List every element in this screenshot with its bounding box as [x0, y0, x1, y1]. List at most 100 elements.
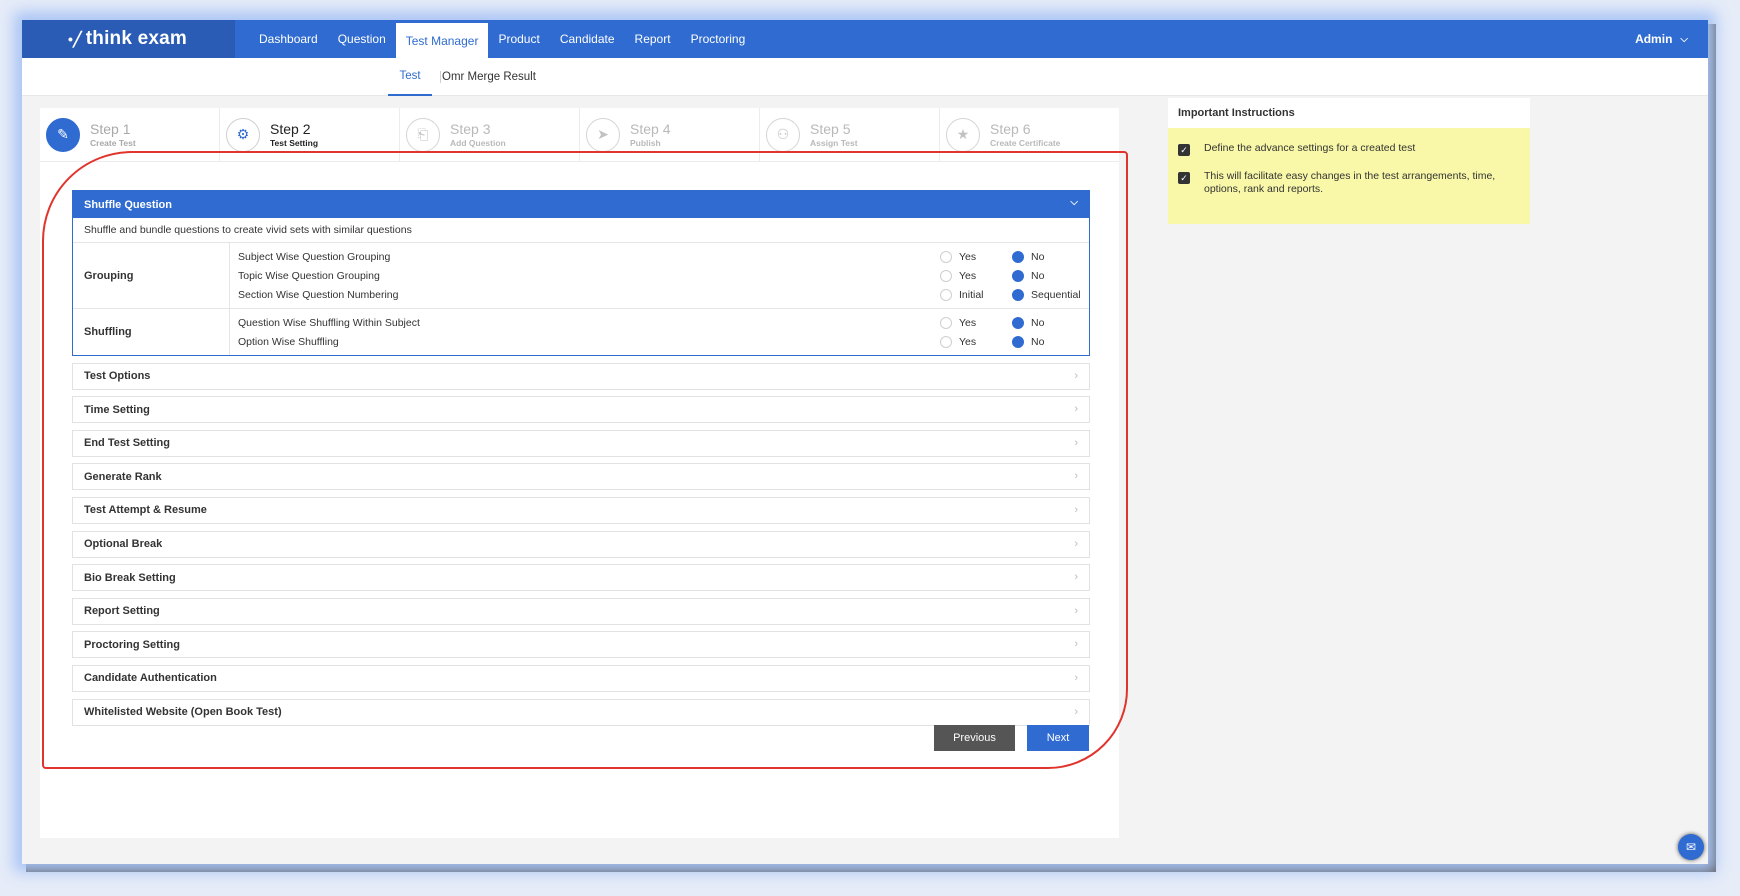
step-label: Create Certificate [990, 137, 1061, 148]
step-label: Test Setting [270, 137, 319, 148]
radio-button[interactable] [940, 288, 952, 301]
section-candidate-authentication[interactable]: Candidate Authentication › [72, 664, 1090, 692]
radio-option-2[interactable]: Sequential [1012, 288, 1081, 301]
step-number: Step 5 [810, 120, 851, 137]
chevron-right-icon: › [1074, 638, 1078, 651]
radio-option-2[interactable]: No [1012, 335, 1044, 348]
group-rows: Question Wise Shuffling Within Subject Ye… [230, 309, 1089, 355]
setting-row: Option Wise Shuffling Yes No [230, 332, 1089, 351]
subnav-divider [440, 71, 441, 83]
previous-button[interactable]: Previous [934, 725, 1015, 751]
section-test-options[interactable]: Test Options › [72, 362, 1090, 390]
radio-button[interactable] [1012, 316, 1024, 329]
next-button[interactable]: Next [1027, 725, 1089, 751]
section-title: Bio Break Setting [84, 571, 176, 584]
section-whitelisted-website-open-book-test[interactable]: Whitelisted Website (Open Book Test) › [72, 698, 1090, 726]
file-icon: ⎗ [406, 117, 440, 152]
radio-option-1[interactable]: Yes [940, 316, 976, 329]
step-label: Create Test [90, 137, 136, 148]
section-report-setting[interactable]: Report Setting › [72, 597, 1090, 625]
wizard-stepper: ✎ Step 1 Create Test ⚙ Step 2 Test Setting ⎗ St… [40, 108, 1119, 162]
section-bio-break-setting[interactable]: Bio Break Setting › [72, 564, 1090, 592]
nav-item-proctoring[interactable]: Proctoring [681, 20, 756, 58]
section-end-test-setting[interactable]: End Test Setting › [72, 429, 1090, 457]
step-1[interactable]: ✎ Step 1 Create Test [40, 108, 220, 161]
chevron-right-icon: › [1074, 470, 1078, 483]
subtab-omr-merge-result[interactable]: Omr Merge Result [442, 58, 536, 96]
radio-button[interactable] [940, 335, 952, 348]
subtab-test[interactable]: Test [388, 58, 432, 96]
section-time-setting[interactable]: Time Setting › [72, 396, 1090, 424]
radio-label: No [1031, 250, 1045, 263]
app-window: •╱ think exam Dashboard Question Test Mana… [22, 20, 1708, 864]
instructions-title: Important Instructions [1168, 98, 1530, 128]
radio-button[interactable] [940, 250, 952, 263]
step-2[interactable]: ⚙ Step 2 Test Setting [220, 108, 400, 161]
radio-button[interactable] [1012, 250, 1024, 263]
chevron-right-icon: › [1074, 705, 1078, 718]
user-menu[interactable]: Admin ⌵ [1635, 20, 1688, 58]
radio-button[interactable] [1012, 288, 1024, 301]
nav-item-report[interactable]: Report [625, 20, 681, 58]
section-proctoring-setting[interactable]: Proctoring Setting › [72, 631, 1090, 659]
radio-option-2[interactable]: No [1012, 250, 1045, 263]
section-title: Whitelisted Website (Open Book Test) [84, 706, 282, 719]
nav-item-product[interactable]: Product [488, 20, 549, 58]
star-icon: ★ [946, 117, 980, 152]
radio-label: Yes [959, 269, 977, 282]
radio-option-1[interactable]: Yes [940, 269, 977, 282]
step-5[interactable]: ⚇ Step 5 Assign Test [760, 108, 940, 161]
section-generate-rank[interactable]: Generate Rank › [72, 463, 1090, 491]
radio-label: Sequential [1031, 288, 1081, 301]
chevron-right-icon: › [1074, 571, 1078, 584]
radio-button[interactable] [940, 269, 952, 282]
radio-option-1[interactable]: Yes [940, 250, 976, 263]
chevron-right-icon: › [1074, 503, 1078, 516]
step-text: Step 5 Assign Test [810, 121, 858, 149]
radio-option-1[interactable]: Initial [940, 288, 984, 301]
radio-button[interactable] [940, 316, 952, 329]
chevron-right-icon: › [1074, 436, 1078, 449]
test-setting-panel: ✎ Step 1 Create Test ⚙ Step 2 Test Setting ⎗ St… [40, 108, 1119, 838]
step-4[interactable]: ➤ Step 4 Publish [580, 108, 760, 161]
logo-text: think exam [85, 28, 187, 49]
brand-logo[interactable]: •╱ think exam [22, 20, 235, 58]
section-optional-break[interactable]: Optional Break › [72, 530, 1090, 558]
step-3[interactable]: ⎗ Step 3 Add Question [400, 108, 580, 161]
section-title: Optional Break [84, 538, 163, 551]
nav-item-test-manager[interactable]: Test Manager [395, 23, 489, 58]
chevron-right-icon: › [1074, 369, 1078, 382]
chevron-down-icon: ⌵ [1070, 197, 1078, 208]
radio-label: No [1031, 316, 1045, 329]
radio-option-2[interactable]: No [1012, 316, 1045, 329]
group-rows: Subject Wise Question Grouping Yes No Topic… [230, 243, 1089, 308]
radio-option-1[interactable]: Yes [940, 335, 977, 348]
nav-item-candidate[interactable]: Candidate [550, 20, 625, 58]
step-number: Step 4 [630, 120, 671, 137]
radio-label: Yes [959, 335, 977, 348]
chevron-right-icon: › [1074, 604, 1078, 617]
step-text: Step 6 Create Certificate [990, 121, 1060, 149]
step-number: Step 1 [90, 120, 131, 137]
step-number: Step 6 [990, 120, 1031, 137]
section-title: Test Attempt & Resume [84, 504, 207, 517]
instructions-list: ✓ Define the advance settings for a creat… [1168, 128, 1530, 224]
shuffle-question-header[interactable]: Shuffle Question ⌵ [73, 191, 1089, 218]
setting-row: Section Wise Question Numbering Initial Se… [230, 285, 1089, 304]
nav-item-question[interactable]: Question [328, 20, 396, 58]
step-label: Assign Test [810, 137, 858, 148]
group-shuffling: Shuffling Question Wise Shuffling Within … [73, 309, 1089, 355]
step-label: Add Question [450, 137, 506, 148]
step-text: Step 4 Publish [630, 121, 670, 149]
step-text: Step 3 Add Question [450, 121, 506, 149]
radio-button[interactable] [1012, 269, 1024, 282]
radio-option-2[interactable]: No [1012, 269, 1044, 282]
section-test-attempt-resume[interactable]: Test Attempt & Resume › [72, 496, 1090, 524]
instruction-text: Define the advance settings for a create… [1204, 142, 1416, 154]
step-6[interactable]: ★ Step 6 Create Certificate [940, 108, 1119, 161]
nav-item-dashboard[interactable]: Dashboard [249, 20, 328, 58]
chat-icon[interactable]: ✉ [1678, 834, 1704, 860]
setting-label: Option Wise Shuffling [238, 335, 339, 348]
setting-row: Question Wise Shuffling Within Subject Ye… [230, 313, 1089, 332]
radio-button[interactable] [1012, 335, 1024, 348]
